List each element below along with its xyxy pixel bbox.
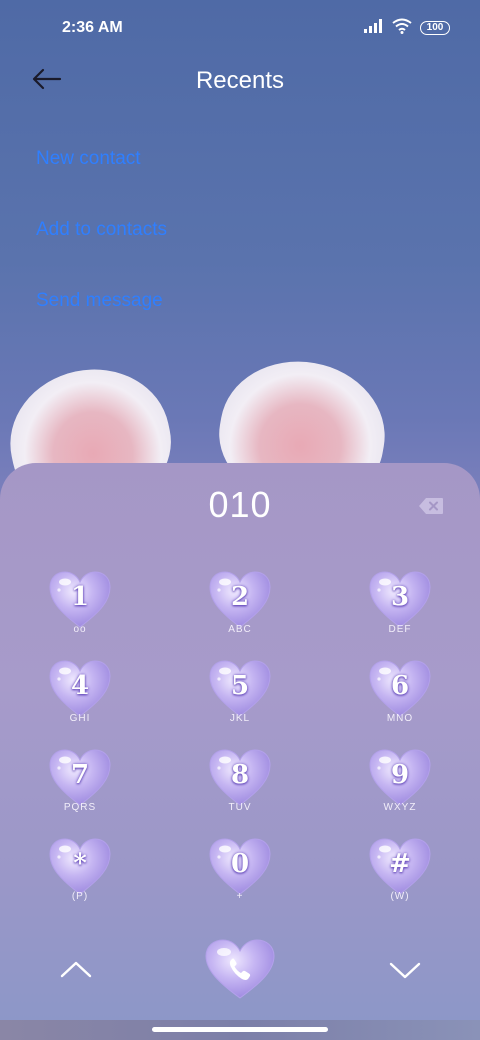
home-indicator[interactable] — [152, 1027, 328, 1032]
key-letters-label: MNO — [386, 713, 414, 724]
battery-indicator: 100 — [420, 21, 450, 35]
key-letters-label: (W) — [390, 891, 410, 902]
back-button[interactable] — [30, 66, 64, 96]
key-letters-label: DEF — [388, 624, 412, 635]
key-letters-label: GHI — [69, 713, 91, 724]
new-contact-link[interactable]: New contact — [36, 148, 141, 170]
key-digit-label: 5 — [230, 671, 250, 701]
status-bar: 2:36 AM 100 — [0, 0, 480, 56]
dial-key-1[interactable]: 1 oo — [40, 570, 120, 650]
phone-icon — [204, 939, 276, 1006]
key-digit-label: 0 — [230, 849, 250, 879]
chevron-up-icon — [58, 961, 94, 988]
key-digit-label: 2 — [230, 582, 250, 612]
dial-key-0[interactable]: 0 + — [200, 837, 280, 917]
key-letters-label: (P) — [71, 891, 89, 902]
dial-key-hash[interactable]: # (W) — [360, 837, 440, 917]
key-letters-label: JKL — [229, 713, 251, 724]
key-digit-label: 8 — [230, 760, 250, 790]
key-letters-label: oo — [73, 624, 87, 635]
call-button[interactable] — [204, 938, 276, 1002]
key-letters-label: ABC — [228, 624, 252, 635]
dial-key-4[interactable]: 4 GHI — [40, 659, 120, 739]
key-digit-label: 4 — [70, 671, 90, 701]
arrow-left-icon — [32, 68, 62, 95]
key-letters-label: TUV — [228, 802, 252, 813]
key-digit-label: 3 — [390, 582, 410, 612]
dialed-number: 010 — [208, 484, 272, 525]
dial-key-7[interactable]: 7 PQRS — [40, 748, 120, 828]
backspace-icon — [418, 498, 444, 519]
key-digit-label: 9 — [390, 760, 410, 790]
key-digit-label: * — [73, 849, 87, 879]
key-letters-label: + — [236, 891, 244, 902]
dial-key-6[interactable]: 6 MNO — [360, 659, 440, 739]
key-digit-label: # — [389, 849, 411, 879]
collapse-keypad-button[interactable] — [58, 956, 94, 984]
chevron-down-icon — [387, 962, 423, 988]
expand-keypad-button[interactable] — [387, 956, 423, 984]
send-message-link[interactable]: Send message — [36, 290, 163, 312]
key-digit-label: 1 — [70, 582, 90, 612]
dial-key-8[interactable]: 8 TUV — [200, 748, 280, 828]
key-digit-label: 7 — [70, 760, 90, 790]
key-digit-label: 6 — [390, 671, 410, 701]
dial-key-3[interactable]: 3 DEF — [360, 570, 440, 650]
dial-key-star[interactable]: * (P) — [40, 837, 120, 917]
add-to-contacts-link[interactable]: Add to contacts — [36, 219, 167, 241]
dial-key-9[interactable]: 9 WXYZ — [360, 748, 440, 828]
bottom-bar — [0, 930, 480, 1010]
signal-icon — [364, 18, 384, 38]
key-letters-label: PQRS — [63, 802, 97, 813]
page-title: Recents — [195, 67, 285, 94]
dial-key-2[interactable]: 2 ABC — [200, 570, 280, 650]
dial-key-5[interactable]: 5 JKL — [200, 659, 280, 739]
header: Recents — [0, 56, 480, 106]
status-time: 2:36 AM — [62, 19, 123, 36]
backspace-button[interactable] — [418, 497, 444, 515]
key-letters-label: WXYZ — [383, 802, 417, 813]
status-icons: 100 — [364, 18, 450, 39]
wifi-icon — [392, 18, 412, 39]
